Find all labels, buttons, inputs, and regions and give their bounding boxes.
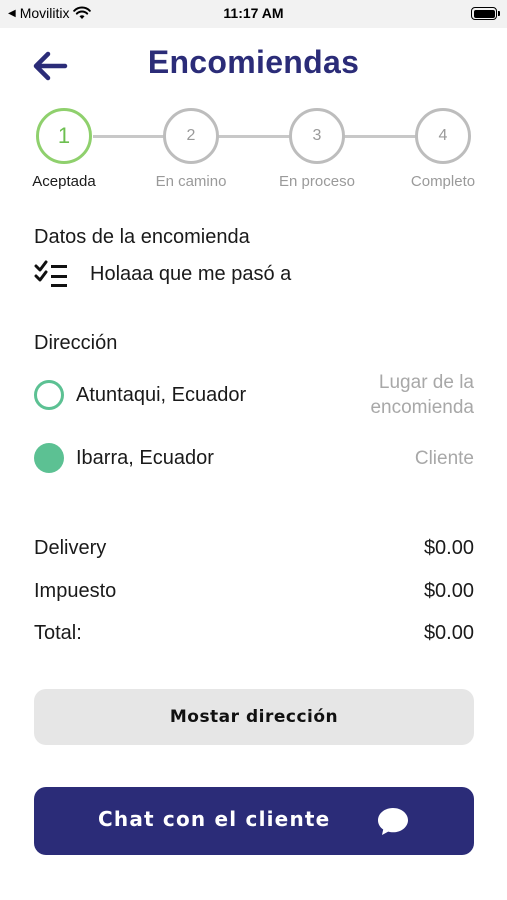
price-value: $0.00 [423, 580, 474, 602]
page-title: Encomiendas [147, 44, 360, 80]
checklist-icon [34, 260, 67, 287]
progress-stepper: 1 2 3 4 Aceptada En camino En proceso Co… [0, 108, 507, 198]
address-section-title: Dirección [34, 332, 118, 354]
chat-with-client-button[interactable]: Chat con el cliente [34, 787, 474, 855]
destination-marker-icon [34, 443, 64, 473]
step-1-label: Aceptada [32, 173, 96, 190]
status-bar: ◀ Movilitix 11:17 AM [0, 0, 507, 28]
show-address-button[interactable]: Mostar dirección [34, 689, 474, 745]
step-connector [217, 135, 293, 138]
step-connector [93, 135, 167, 138]
step-3-label: En proceso [279, 173, 355, 190]
origin-marker-icon [34, 380, 64, 410]
battery-icon [471, 7, 500, 20]
chat-button-label: Chat con el cliente [98, 807, 331, 831]
price-label: Total: [34, 622, 82, 644]
details-row: Holaaa que me pasó a [34, 260, 291, 288]
address-destination-row: Ibarra, Ecuador Cliente [34, 443, 474, 473]
price-row-total: Total: $0.00 [34, 622, 474, 645]
price-value: $0.00 [423, 622, 474, 644]
step-2-label: En camino [155, 173, 227, 190]
details-section-title: Datos de la encomienda [34, 226, 250, 248]
price-row-delivery: Delivery $0.00 [34, 537, 474, 560]
step-2-circle: 2 [163, 108, 219, 164]
origin-address: Atuntaqui, Ecuador [76, 383, 247, 406]
price-label: Delivery [34, 537, 107, 559]
price-label: Impuesto [34, 580, 117, 602]
step-4-label: Completo [410, 173, 476, 190]
step-connector [343, 135, 419, 138]
step-4-circle: 4 [415, 108, 471, 164]
step-3-circle: 3 [289, 108, 345, 164]
step-1-circle: 1 [36, 108, 92, 164]
origin-tag: Lugar de la encomienda [370, 370, 474, 420]
destination-tag: Cliente [414, 447, 474, 469]
destination-address: Ibarra, Ecuador [76, 446, 214, 469]
price-value: $0.00 [423, 537, 474, 559]
status-time: 11:17 AM [223, 5, 284, 21]
chat-bubble-icon [378, 808, 408, 835]
details-text: Holaaa que me pasó a [90, 262, 292, 285]
origin-tag-line2: encomienda [370, 397, 474, 418]
price-row-tax: Impuesto $0.00 [34, 580, 474, 603]
origin-tag-line1: Lugar de la [378, 372, 474, 393]
address-origin-row: Atuntaqui, Ecuador Lugar de la encomiend… [34, 370, 474, 420]
